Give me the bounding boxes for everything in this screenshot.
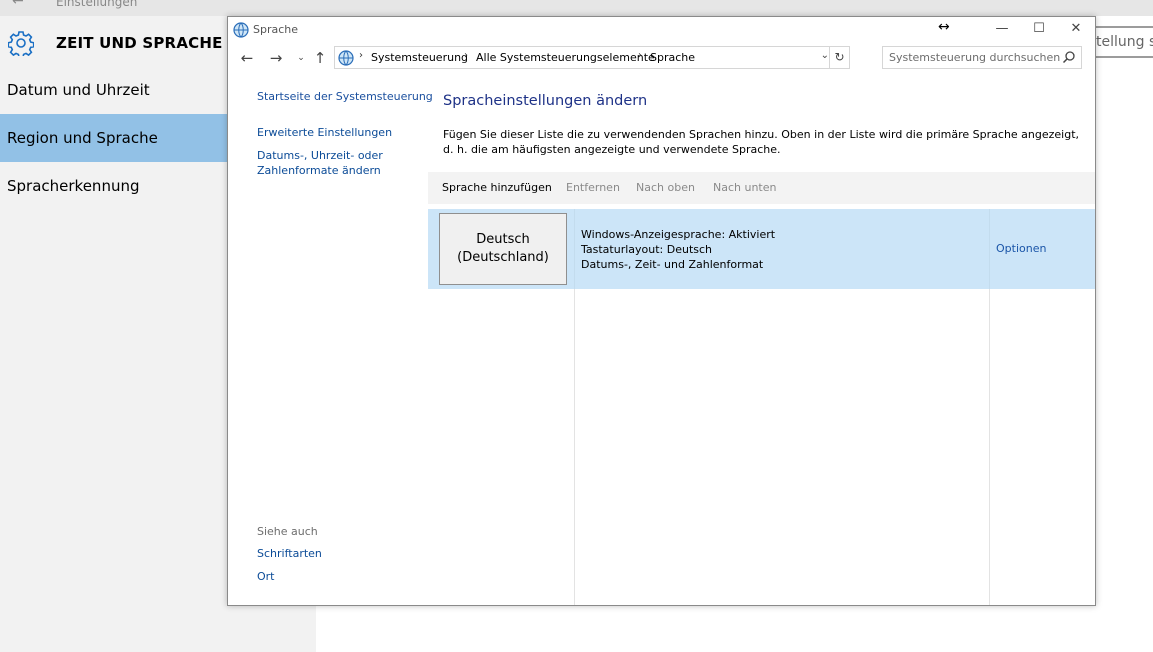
remove-button[interactable]: Entfernen bbox=[566, 181, 620, 194]
column-divider bbox=[989, 289, 990, 605]
window-title: Sprache bbox=[253, 23, 299, 36]
options-link[interactable]: Optionen bbox=[996, 242, 1046, 255]
language-info: Windows-Anzeigesprache: Aktiviert Tastat… bbox=[581, 227, 775, 272]
language-region: (Deutschland) bbox=[457, 250, 549, 265]
gear-icon bbox=[8, 31, 34, 56]
breadcrumb-systemsteuerung[interactable]: Systemsteuerung bbox=[371, 51, 468, 64]
back-button[interactable]: ← bbox=[236, 47, 258, 69]
control-panel-icon bbox=[338, 50, 354, 66]
see-also-section: Siehe auch Schriftarten Ort bbox=[257, 525, 437, 592]
column-divider bbox=[989, 209, 990, 289]
nav-item-spracherkennung[interactable]: Spracherkennung bbox=[0, 162, 228, 210]
window-titlebar: Sprache ↔ — ☐ ✕ bbox=[228, 17, 1095, 43]
address-dropdown-icon[interactable]: ⌄ bbox=[821, 50, 829, 61]
language-globe-icon bbox=[233, 22, 249, 38]
language-info-line: Datums-, Zeit- und Zahlenformat bbox=[581, 258, 764, 271]
nav-item-region-und-sprache[interactable]: Region und Sprache bbox=[0, 114, 228, 162]
see-also-title: Siehe auch bbox=[257, 525, 318, 538]
language-name: Deutsch bbox=[476, 232, 530, 247]
minimize-button[interactable]: — bbox=[984, 17, 1020, 41]
settings-app-title: Einstellungen bbox=[56, 0, 138, 9]
resize-cursor-icon: ↔ bbox=[938, 19, 950, 35]
page-title: Spracheinstellungen ändern bbox=[443, 93, 648, 109]
breadcrumb-alle-elemente[interactable]: Alle Systemsteuerungselemente bbox=[476, 51, 655, 64]
forward-button[interactable]: → bbox=[265, 47, 287, 69]
breadcrumb-sprache[interactable]: Sprache bbox=[650, 51, 695, 64]
home-link[interactable]: Startseite der Systemsteuerung bbox=[257, 89, 437, 104]
back-arrow-icon[interactable]: ← bbox=[12, 0, 24, 9]
date-format-link-line2[interactable]: Zahlenformate ändern bbox=[257, 163, 437, 178]
search-input[interactable]: Systemsteuerung durchsuchen bbox=[882, 46, 1082, 69]
page-description: Fügen Sie dieser Liste die zu verwendend… bbox=[443, 128, 1080, 156]
move-down-button[interactable]: Nach unten bbox=[713, 181, 776, 194]
language-list-item[interactable]: Deutsch (Deutschland) Windows-Anzeigespr… bbox=[428, 209, 1095, 289]
search-icon bbox=[1062, 51, 1075, 64]
settings-nav: Datum und Uhrzeit Region und Sprache Spr… bbox=[0, 66, 228, 210]
breadcrumb-chevron-icon: › bbox=[359, 50, 363, 61]
address-row: ← → ⌄ ↑ › Systemsteuerung › Alle Systems… bbox=[228, 45, 1095, 71]
move-up-button[interactable]: Nach oben bbox=[636, 181, 695, 194]
address-bar[interactable]: › Systemsteuerung › Alle Systemsteuerung… bbox=[334, 46, 850, 69]
refresh-icon[interactable]: ↻ bbox=[829, 47, 849, 68]
maximize-button[interactable]: ☐ bbox=[1021, 17, 1057, 41]
control-panel-window: Sprache ↔ — ☐ ✕ ← → ⌄ ↑ › Systemsteuerun… bbox=[227, 16, 1096, 606]
language-tile-deutsch[interactable]: Deutsch (Deutschland) bbox=[439, 213, 567, 285]
settings-titlebar: ← Einstellungen bbox=[0, 0, 1153, 16]
breadcrumb-chevron-icon: › bbox=[464, 50, 468, 61]
location-link[interactable]: Ort bbox=[257, 569, 437, 584]
up-button[interactable]: ↑ bbox=[309, 47, 331, 69]
fonts-link[interactable]: Schriftarten bbox=[257, 546, 437, 561]
date-format-link-line1[interactable]: Datums-, Uhrzeit- oder bbox=[257, 148, 437, 163]
add-language-button[interactable]: Sprache hinzufügen bbox=[442, 181, 552, 194]
language-toolbar: Sprache hinzufügen Entfernen Nach oben N… bbox=[428, 172, 1095, 204]
left-panel: Startseite der Systemsteuerung Erweitert… bbox=[257, 89, 437, 178]
nav-item-datum-und-uhrzeit[interactable]: Datum und Uhrzeit bbox=[0, 66, 228, 114]
language-info-line: Tastaturlayout: Deutsch bbox=[581, 243, 713, 256]
column-divider bbox=[574, 209, 575, 289]
close-button[interactable]: ✕ bbox=[1058, 17, 1094, 41]
search-placeholder: Systemsteuerung durchsuchen bbox=[889, 51, 1061, 64]
language-info-line: Windows-Anzeigesprache: Aktiviert bbox=[581, 228, 776, 241]
settings-search-input[interactable]: tellung su bbox=[1090, 26, 1153, 58]
settings-section-title: ZEIT UND SPRACHE bbox=[56, 34, 223, 52]
column-divider bbox=[574, 289, 575, 605]
advanced-settings-link[interactable]: Erweiterte Einstellungen bbox=[257, 125, 437, 140]
breadcrumb-chevron-icon: › bbox=[638, 50, 642, 61]
